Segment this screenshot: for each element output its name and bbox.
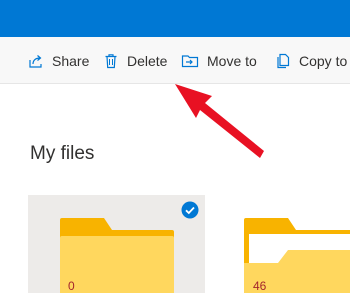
move-to-button[interactable]: Move to: [181, 37, 257, 84]
move-to-label: Move to: [207, 52, 257, 69]
share-icon: [29, 54, 42, 68]
copy-to-icon: [277, 53, 290, 68]
share-label: Share: [52, 52, 90, 69]
command-bar: Share Delete Move to Copy to: [0, 37, 350, 84]
folder-item-count: 0: [68, 279, 75, 293]
copy-to-label: Copy to: [299, 52, 348, 69]
folder-item-count: 46: [253, 279, 267, 293]
page-title: My files: [30, 143, 95, 164]
copy-to-button[interactable]: Copy to: [275, 37, 347, 84]
delete-icon: [105, 53, 117, 68]
share-button[interactable]: Share: [28, 37, 89, 84]
move-to-icon: [181, 54, 199, 67]
app-header-bar: [0, 0, 350, 37]
delete-label: Delete: [127, 52, 168, 69]
checkmark-icon[interactable]: [181, 201, 199, 219]
delete-button[interactable]: Delete: [103, 37, 167, 84]
folder-icon: [60, 218, 174, 293]
